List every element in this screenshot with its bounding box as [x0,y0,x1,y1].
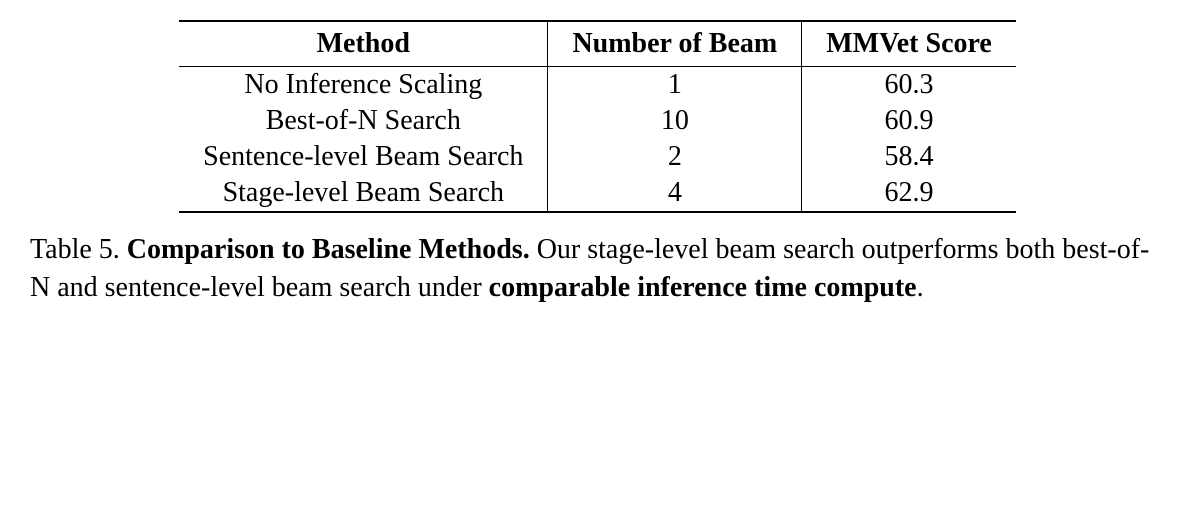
cell-method: Sentence-level Beam Search [179,139,548,175]
cell-beam: 4 [548,175,802,212]
table-header-row: Method Number of Beam MMVet Score [179,21,1016,67]
table-row: Stage-level Beam Search 4 62.9 [179,175,1016,212]
comparison-table: Method Number of Beam MMVet Score No Inf… [179,20,1016,213]
cell-beam: 2 [548,139,802,175]
cell-score: 60.3 [802,67,1016,104]
cell-beam: 1 [548,67,802,104]
table-row: No Inference Scaling 1 60.3 [179,67,1016,104]
cell-beam: 10 [548,103,802,139]
caption-label: Table 5. [30,234,120,265]
cell-method: Best-of-N Search [179,103,548,139]
cell-score: 62.9 [802,175,1016,212]
col-beam: Number of Beam [548,21,802,67]
cell-score: 58.4 [802,139,1016,175]
table-row: Sentence-level Beam Search 2 58.4 [179,139,1016,175]
cell-method: No Inference Scaling [179,67,548,104]
table-caption: Table 5. Comparison to Baseline Methods.… [30,231,1165,307]
cell-method: Stage-level Beam Search [179,175,548,212]
caption-body-post: . [917,272,924,303]
table-row: Best-of-N Search 10 60.9 [179,103,1016,139]
cell-score: 60.9 [802,103,1016,139]
col-score: MMVet Score [802,21,1016,67]
caption-bold-phrase: comparable inference time compute [489,272,917,303]
caption-title: Comparison to Baseline Methods. [120,234,530,265]
col-method: Method [179,21,548,67]
